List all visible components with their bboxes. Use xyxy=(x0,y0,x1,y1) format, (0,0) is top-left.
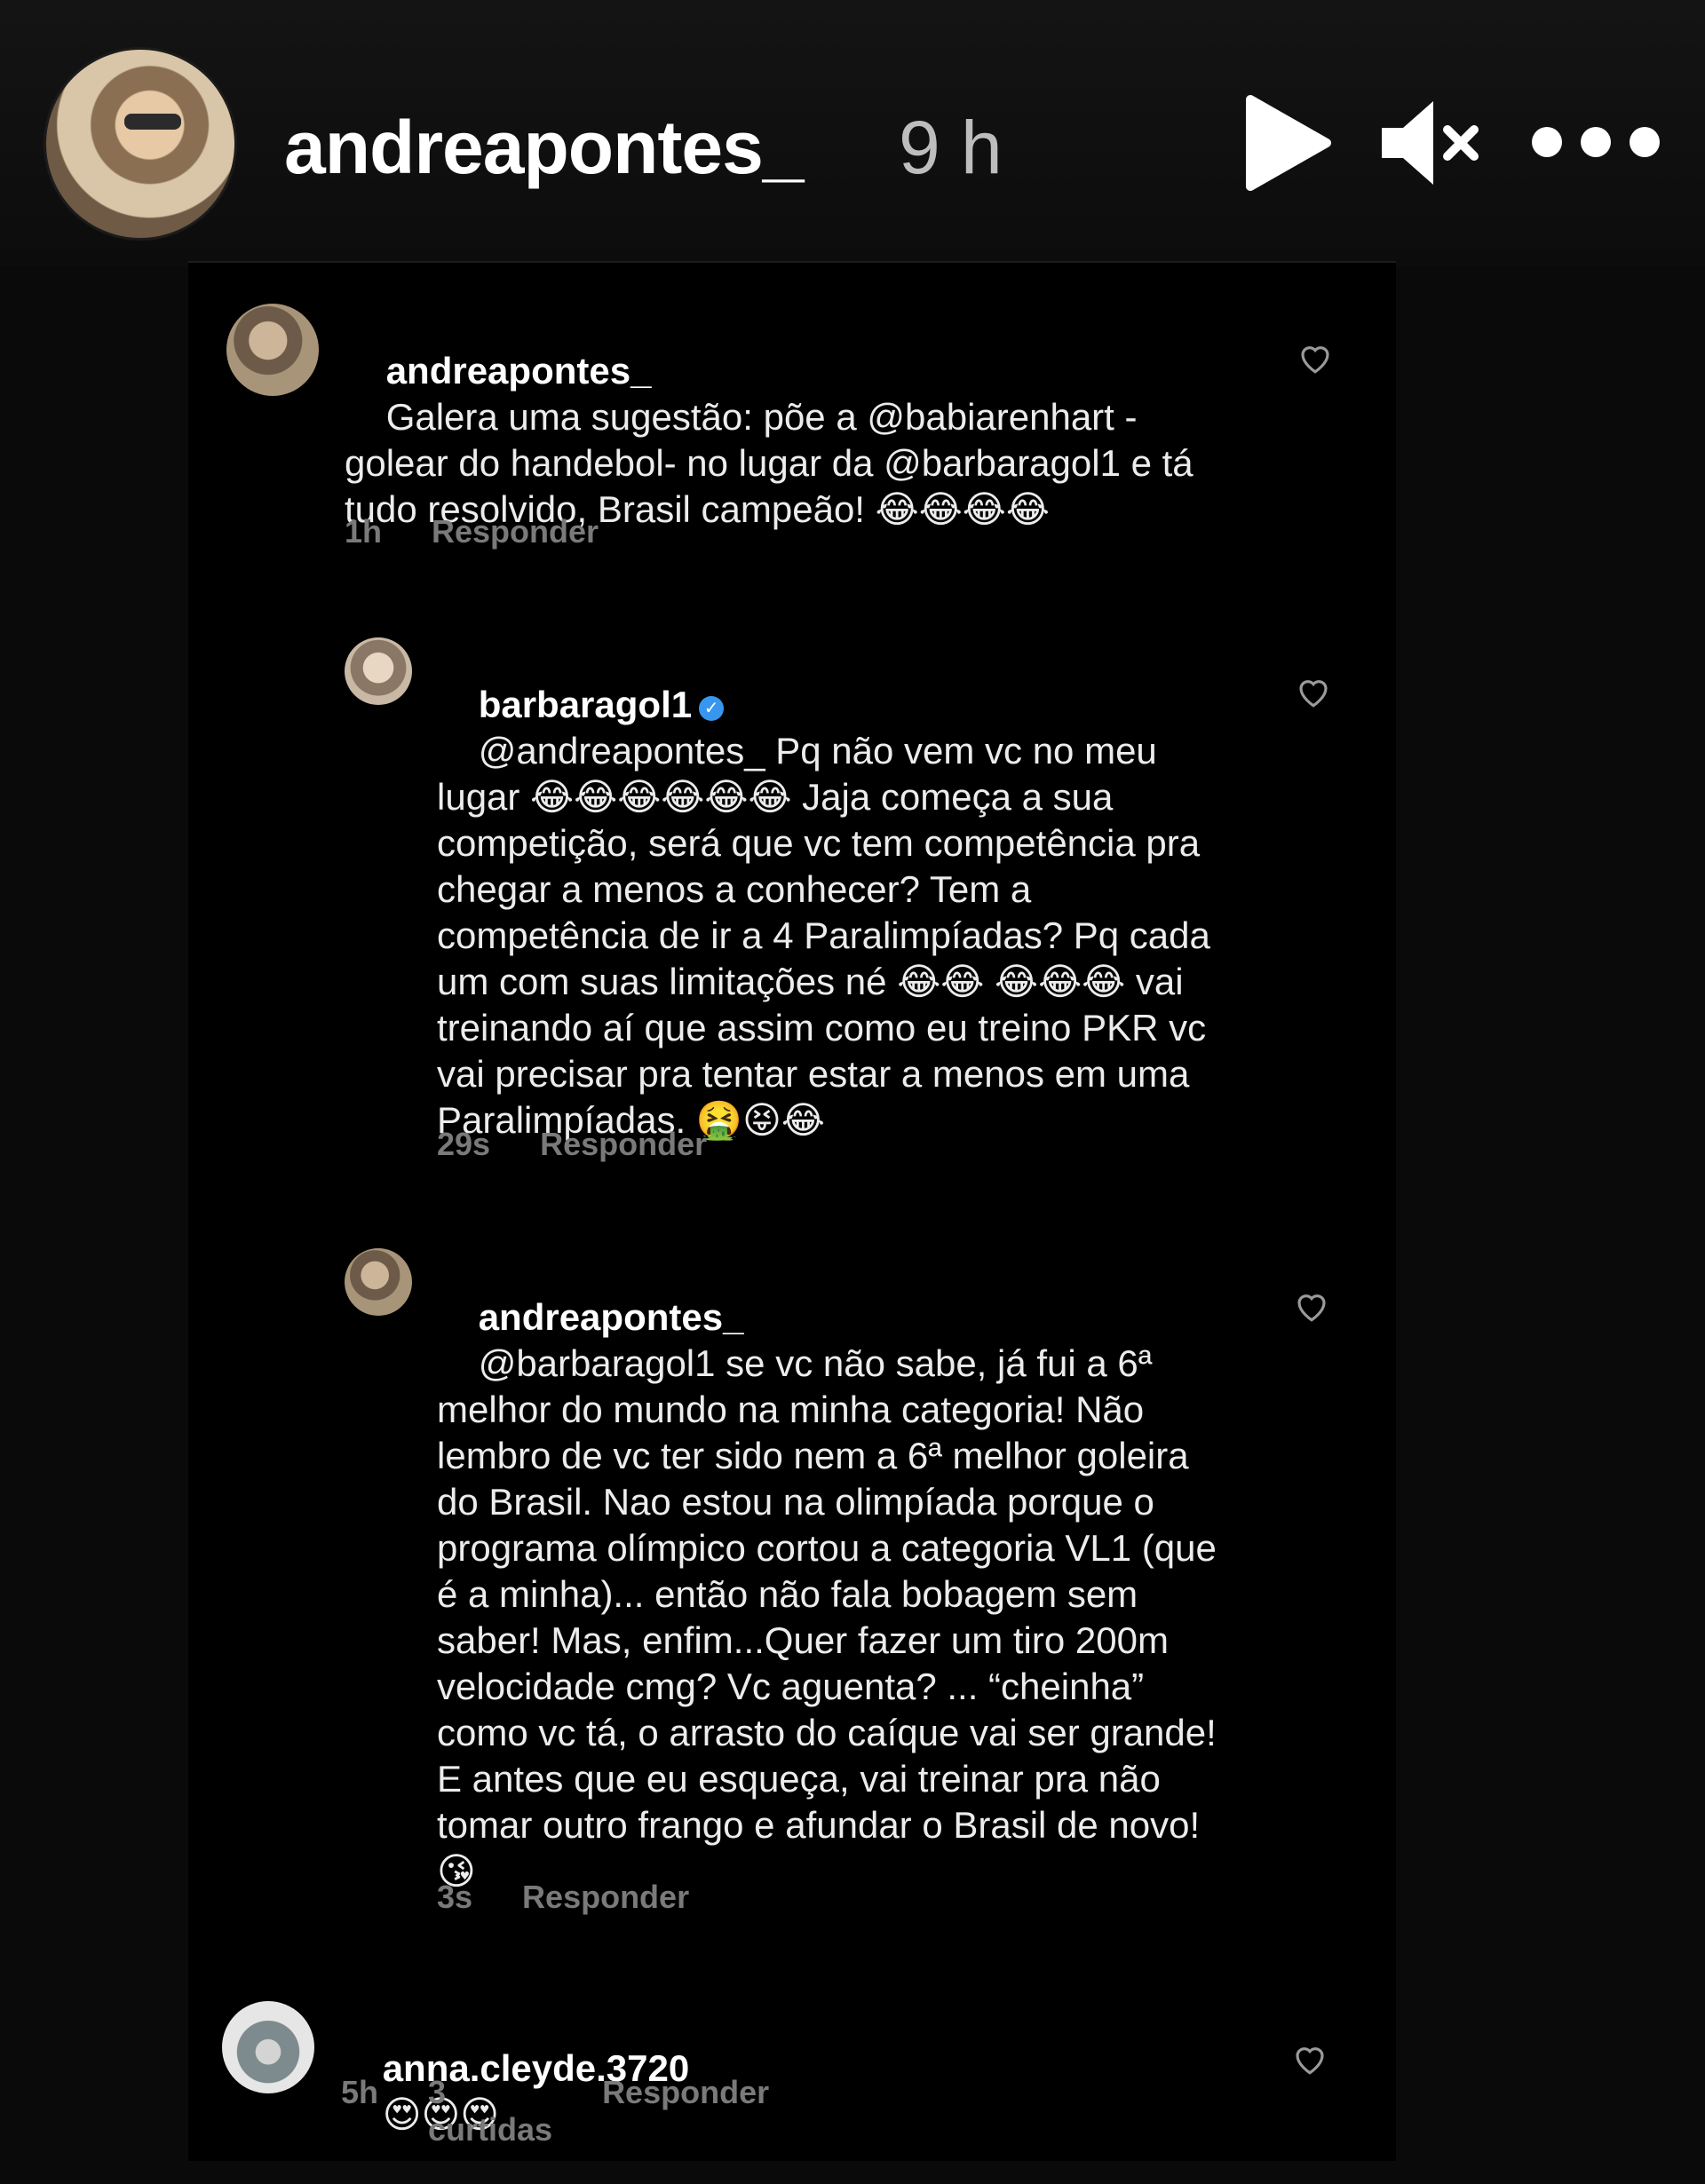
reply-button[interactable]: Responder xyxy=(540,1126,707,1163)
comment-time: 1h xyxy=(345,513,383,550)
story-username[interactable]: andreapontes_ xyxy=(284,105,805,191)
play-icon xyxy=(1246,95,1331,191)
reply-button[interactable]: Responder xyxy=(522,1879,689,1916)
comment-meta: 5h 3 curtidas Responder xyxy=(341,2074,769,2148)
comment-username[interactable]: andreapontes_ xyxy=(479,1296,744,1338)
comment-text-block: andreapontes_ @barbaragol1 se vc não sab… xyxy=(437,1248,1233,1941)
mute-icon xyxy=(1382,101,1479,185)
comment-username[interactable]: barbaragol1 xyxy=(479,684,692,725)
comment-time: 5h xyxy=(341,2074,379,2110)
more-button[interactable] xyxy=(1529,115,1662,169)
divider xyxy=(188,261,1396,263)
avatar[interactable] xyxy=(222,2001,314,2093)
avatar[interactable] xyxy=(345,1248,412,1316)
mute-button[interactable] xyxy=(1378,94,1485,192)
comment-meta: 1h Responder xyxy=(345,513,599,550)
comment-time: 3s xyxy=(437,1879,473,1915)
heart-icon xyxy=(1301,346,1329,374)
verified-badge-icon: ✓ xyxy=(699,696,725,721)
comment-body: @barbaragol1 se vc não sabe, já fui a 6ª… xyxy=(437,1342,1227,1892)
comment-username[interactable]: andreapontes_ xyxy=(386,350,652,392)
heart-icon xyxy=(1297,1294,1326,1322)
heart-icon xyxy=(1299,680,1328,708)
comment-time: 29s xyxy=(437,1126,491,1162)
comment-meta: 29s Responder xyxy=(437,1126,707,1163)
story-avatar[interactable] xyxy=(46,50,234,238)
story-header: andreapontes_ 9 h xyxy=(0,0,1705,266)
heart-icon xyxy=(1296,2047,1324,2075)
comment-body: @andreapontes_ Pq não vem vc no meu luga… xyxy=(437,730,1221,1141)
like-button[interactable] xyxy=(1297,339,1334,376)
comment-likes[interactable]: 3 curtidas xyxy=(428,2074,552,2148)
like-button[interactable] xyxy=(1295,673,1332,710)
reply-button[interactable]: Responder xyxy=(602,2074,769,2148)
comment-meta: 3s Responder xyxy=(437,1879,689,1916)
more-icon xyxy=(1532,127,1660,157)
comment-text-block: barbaragol1 ✓ @andreapontes_ Pq não vem v… xyxy=(437,636,1233,1190)
story-time: 9 h xyxy=(899,106,1003,189)
like-button[interactable] xyxy=(1293,1287,1330,1325)
avatar[interactable] xyxy=(345,637,412,705)
reply-button[interactable]: Responder xyxy=(432,513,599,550)
avatar[interactable] xyxy=(226,304,319,396)
like-button[interactable] xyxy=(1291,2040,1328,2077)
comment-body: Galera uma sugestão: põe a @babiarenhart… xyxy=(345,396,1204,530)
play-button[interactable] xyxy=(1243,94,1332,192)
